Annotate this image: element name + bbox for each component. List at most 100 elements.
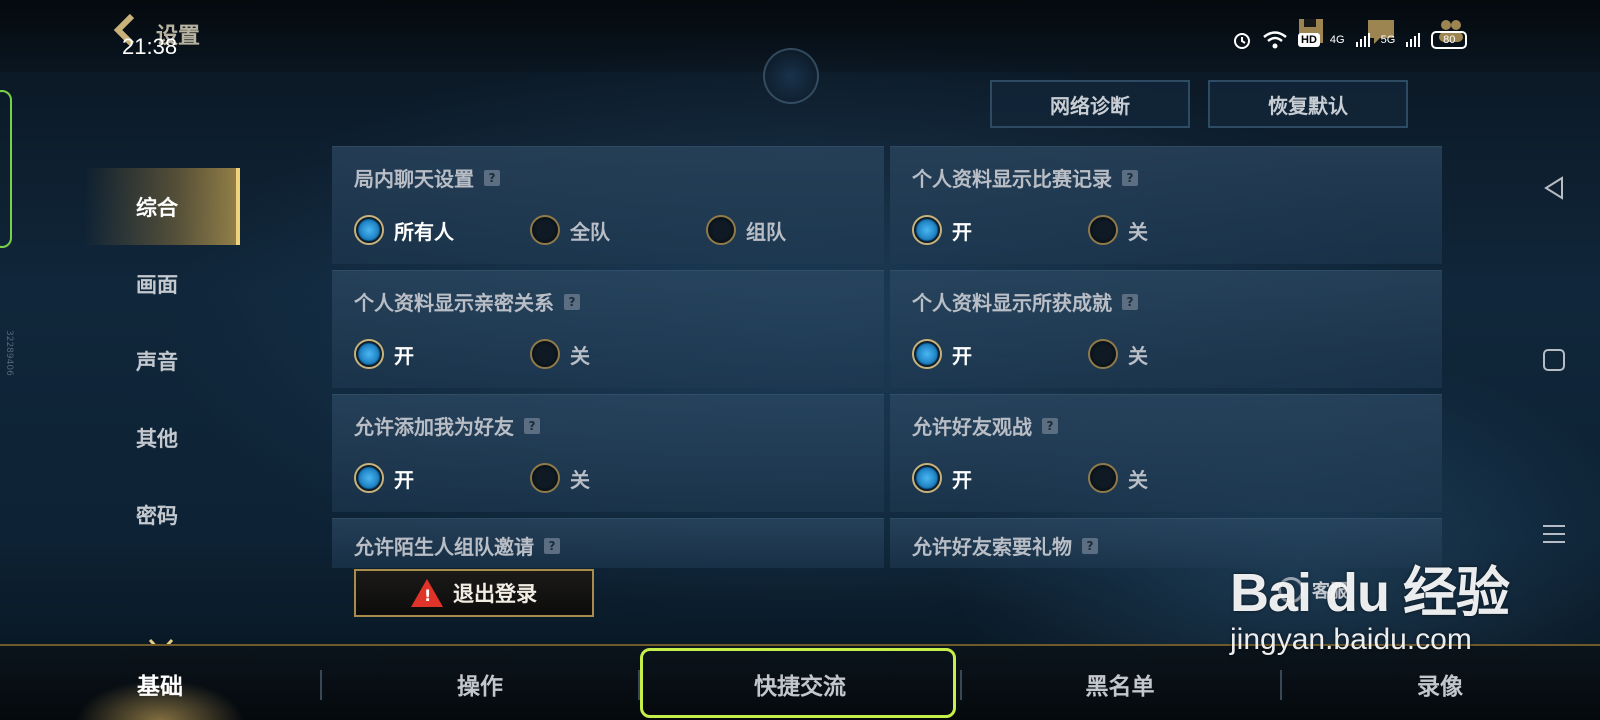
signal-icon [1405, 32, 1421, 48]
side-id-text: 32289406 [4, 330, 14, 376]
radio-label: 关 [570, 343, 590, 368]
radio-unchecked-icon [1088, 215, 1118, 245]
help-icon[interactable]: ? [524, 417, 540, 434]
network-diagnosis-button[interactable]: 网络诊断 [990, 80, 1190, 128]
radio-option-on[interactable]: 开 [354, 339, 530, 369]
alarm-icon [1232, 30, 1252, 50]
edge-handle[interactable] [0, 90, 12, 248]
network-4g-label: 4G [1329, 34, 1345, 46]
help-icon[interactable]: ? [544, 537, 560, 554]
nav-menu-icon[interactable] [1540, 520, 1568, 548]
radio-label: 开 [394, 467, 414, 492]
radio-group: 开 关 [912, 215, 1148, 245]
watermark: Bai du 经验 jingyan.baidu.com [1230, 548, 1510, 657]
tab-divider [320, 670, 322, 700]
radio-label: 开 [952, 219, 972, 244]
radio-option-on[interactable]: 开 [912, 339, 1088, 369]
status-time: 21:38 [122, 34, 178, 59]
help-icon[interactable]: ? [1042, 417, 1058, 434]
radio-option-on[interactable]: 开 [912, 215, 1088, 245]
logout-button[interactable]: 退出登录 [354, 569, 594, 617]
watermark-url: jingyan.baidu.com [1230, 623, 1472, 656]
radio-unchecked-icon [530, 215, 560, 245]
setting-title: 个人资料显示比赛记录 [912, 167, 1112, 191]
nav-back-icon[interactable] [1540, 174, 1568, 202]
radio-checked-icon [354, 463, 384, 493]
restore-default-button[interactable]: 恢复默认 [1208, 80, 1408, 128]
radio-checked-icon [354, 339, 384, 369]
game-settings-screen: 设置 21:38 HD 4G 5G 80 32289406 综合 画面 声音 其… [0, 0, 1600, 720]
tab-divider [1280, 670, 1282, 700]
setting-title: 允许陌生人组队邀请 [354, 535, 534, 559]
setting-title: 允许添加我为好友 [354, 415, 514, 439]
radio-group: 开 关 [912, 463, 1148, 493]
hd-badge: HD [1298, 33, 1320, 47]
radio-label: 关 [1128, 219, 1148, 244]
setting-card-match-record: 个人资料显示比赛记录? 开 关 [890, 146, 1442, 264]
radio-unchecked-icon [1088, 463, 1118, 493]
setting-title: 个人资料显示所获成就 [912, 291, 1112, 315]
radio-checked-icon [912, 339, 942, 369]
setting-card-stranger-invite: 允许陌生人组队邀请? [332, 518, 884, 568]
setting-title: 允许好友观战 [912, 415, 1032, 439]
radio-option-off[interactable]: 关 [1088, 339, 1148, 369]
setting-title: 局内聊天设置 [354, 167, 474, 191]
side-nav-item-general[interactable]: 综合 [84, 168, 240, 245]
radio-option-party[interactable]: 组队 [706, 215, 786, 245]
radio-option-everyone[interactable]: 所有人 [354, 215, 530, 245]
highlight-annotation-box [640, 648, 956, 718]
setting-card-add-friend: 允许添加我为好友? 开 关 [332, 394, 884, 512]
nav-home-icon[interactable] [1540, 346, 1568, 374]
help-icon[interactable]: ? [1122, 169, 1138, 186]
setting-card-chat: 局内聊天设置? 所有人 全队 组队 [332, 146, 884, 264]
side-nav-item-password[interactable]: 密码 [84, 476, 240, 553]
radio-label: 关 [1128, 467, 1148, 492]
radio-option-on[interactable]: 开 [354, 463, 530, 493]
tab-replay[interactable]: 录像 [1340, 646, 1540, 720]
watermark-logo: Bai du 经验 [1230, 563, 1510, 623]
wifi-icon [1262, 30, 1288, 50]
radio-unchecked-icon [530, 463, 560, 493]
warning-icon [411, 579, 443, 607]
help-icon[interactable]: ? [484, 169, 500, 186]
radio-label: 关 [1128, 343, 1148, 368]
radio-group: 开 关 [354, 463, 590, 493]
radio-group: 开 关 [912, 339, 1148, 369]
network-5g-label: 5G [1380, 34, 1396, 46]
radio-label: 开 [952, 343, 972, 368]
system-status-icons: HD 4G 5G 80 [1232, 30, 1468, 50]
radio-unchecked-icon [1088, 339, 1118, 369]
top-orb-decoration [763, 48, 819, 104]
setting-title: 允许好友索要礼物 [912, 535, 1072, 559]
side-nav-item-other[interactable]: 其他 [84, 399, 240, 476]
radio-option-off[interactable]: 关 [1088, 463, 1148, 493]
logout-label: 退出登录 [453, 582, 537, 606]
radio-label: 开 [394, 343, 414, 368]
side-nav-item-graphics[interactable]: 画面 [84, 245, 240, 322]
radio-option-team[interactable]: 全队 [530, 215, 706, 245]
radio-checked-icon [354, 215, 384, 245]
battery-indicator: 80 [1431, 31, 1468, 49]
radio-label: 开 [952, 467, 972, 492]
tab-controls[interactable]: 操作 [380, 646, 580, 720]
radio-label: 关 [570, 467, 590, 492]
tab-divider [960, 670, 962, 700]
radio-option-on[interactable]: 开 [912, 463, 1088, 493]
side-nav-item-sound[interactable]: 声音 [84, 322, 240, 399]
tab-blacklist[interactable]: 黑名单 [1020, 646, 1220, 720]
help-icon[interactable]: ? [1122, 293, 1138, 310]
radio-option-off[interactable]: 关 [1088, 215, 1148, 245]
radio-label: 所有人 [394, 219, 454, 244]
tab-basic[interactable]: 基础 [60, 646, 260, 720]
setting-card-intimacy: 个人资料显示亲密关系? 开 关 [332, 270, 884, 388]
setting-title: 个人资料显示亲密关系 [354, 291, 554, 315]
radio-group: 开 关 [354, 339, 590, 369]
signal-icon [1355, 32, 1371, 48]
radio-group: 所有人 全队 组队 [354, 215, 786, 245]
help-icon[interactable]: ? [1082, 537, 1098, 554]
help-icon[interactable]: ? [564, 293, 580, 310]
radio-option-off[interactable]: 关 [530, 463, 590, 493]
side-nav: 综合 画面 声音 其他 密码 [84, 168, 240, 553]
radio-label: 全队 [570, 219, 610, 244]
radio-option-off[interactable]: 关 [530, 339, 590, 369]
